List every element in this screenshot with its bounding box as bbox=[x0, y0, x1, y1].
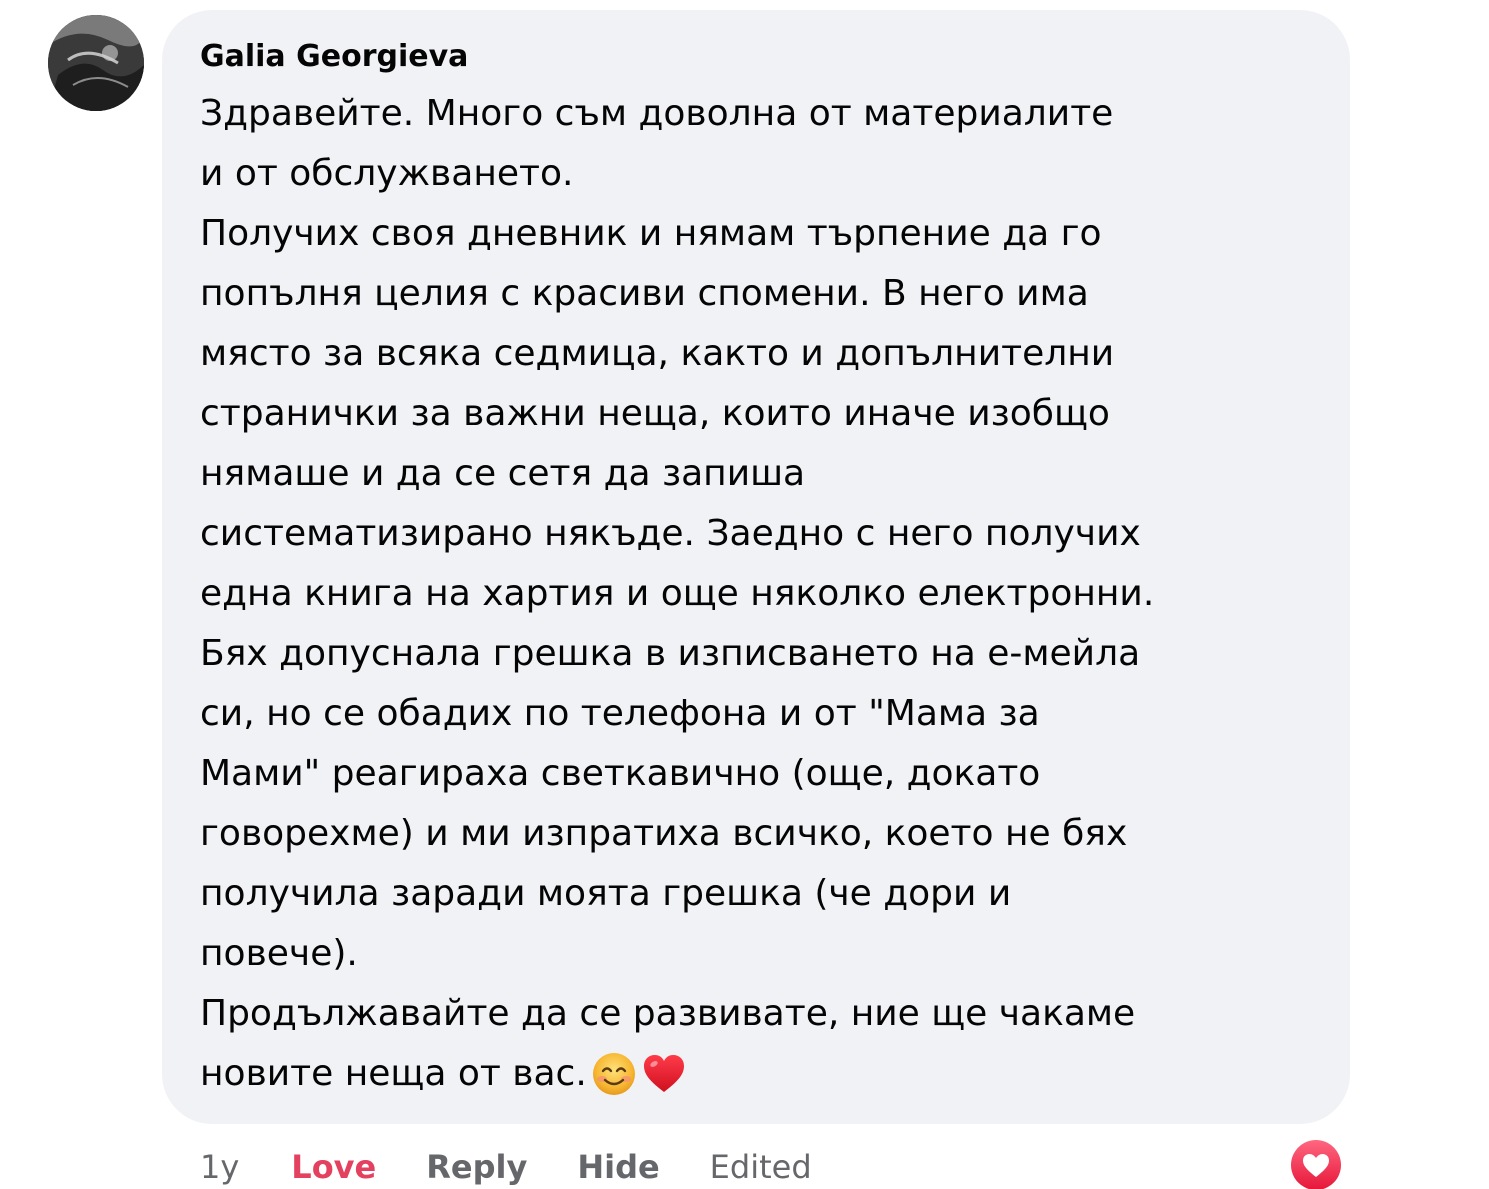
comment-timestamp[interactable]: 1y bbox=[200, 1148, 239, 1186]
comment-bubble: Galia Georgieva Здравейте. Много съм дов… bbox=[162, 10, 1350, 1124]
comment-line: си, но се обадих по телефона и от "Мама … bbox=[200, 693, 1040, 734]
comment-last-line: новите неща от вас. bbox=[200, 1044, 1314, 1104]
comment-line: попълня целия с красиви спомени. В него … bbox=[200, 273, 1089, 314]
avatar-photo bbox=[48, 15, 144, 111]
author-avatar[interactable] bbox=[48, 15, 144, 111]
comment-line: систематизирано някъде. Заедно с него по… bbox=[200, 513, 1141, 554]
comment-line: получила заради моята грешка (че дори и bbox=[200, 873, 1012, 914]
comment-line: място за всяка седмица, както и допълнит… bbox=[200, 333, 1115, 374]
comment-line: новите неща от вас. bbox=[200, 1053, 587, 1094]
red-heart-emoji bbox=[641, 1051, 687, 1097]
comment-text: Здравейте. Много съм доволна от материал… bbox=[200, 84, 1314, 1104]
edited-label[interactable]: Edited bbox=[710, 1148, 812, 1186]
reaction-summary[interactable] bbox=[1287, 1136, 1345, 1189]
love-reaction-icon bbox=[1291, 1140, 1341, 1189]
comment-line: и от обслужването. bbox=[200, 153, 574, 194]
love-button[interactable]: Love bbox=[291, 1148, 376, 1186]
comment-line: Получих своя дневник и нямам търпение да… bbox=[200, 213, 1102, 254]
smiling-face-emoji bbox=[591, 1051, 637, 1097]
hide-button[interactable]: Hide bbox=[577, 1148, 659, 1186]
comment-line: Здравейте. Много съм доволна от материал… bbox=[200, 93, 1114, 134]
comment-line: странички за важни неща, които иначе изо… bbox=[200, 393, 1110, 434]
comment-line: една книга на хартия и още няколко елект… bbox=[200, 573, 1155, 614]
comment-line: Продължавайте да се развивате, ние ще ча… bbox=[200, 993, 1136, 1034]
comment-line: повече). bbox=[200, 933, 358, 974]
comment-line: Мами" реагираха светкавично (още, докато bbox=[200, 753, 1041, 794]
author-name[interactable]: Galia Georgieva bbox=[200, 36, 1314, 78]
comment-actions: 1y Love Reply Hide Edited bbox=[200, 1142, 812, 1189]
comment-line: Бях допуснала грешка в изписването на е-… bbox=[200, 633, 1141, 674]
reply-button[interactable]: Reply bbox=[426, 1148, 527, 1186]
comment-line: говорехме) и ми изпратиха всичко, което … bbox=[200, 813, 1128, 854]
comment-line: нямаше и да се сетя да запиша bbox=[200, 453, 806, 494]
